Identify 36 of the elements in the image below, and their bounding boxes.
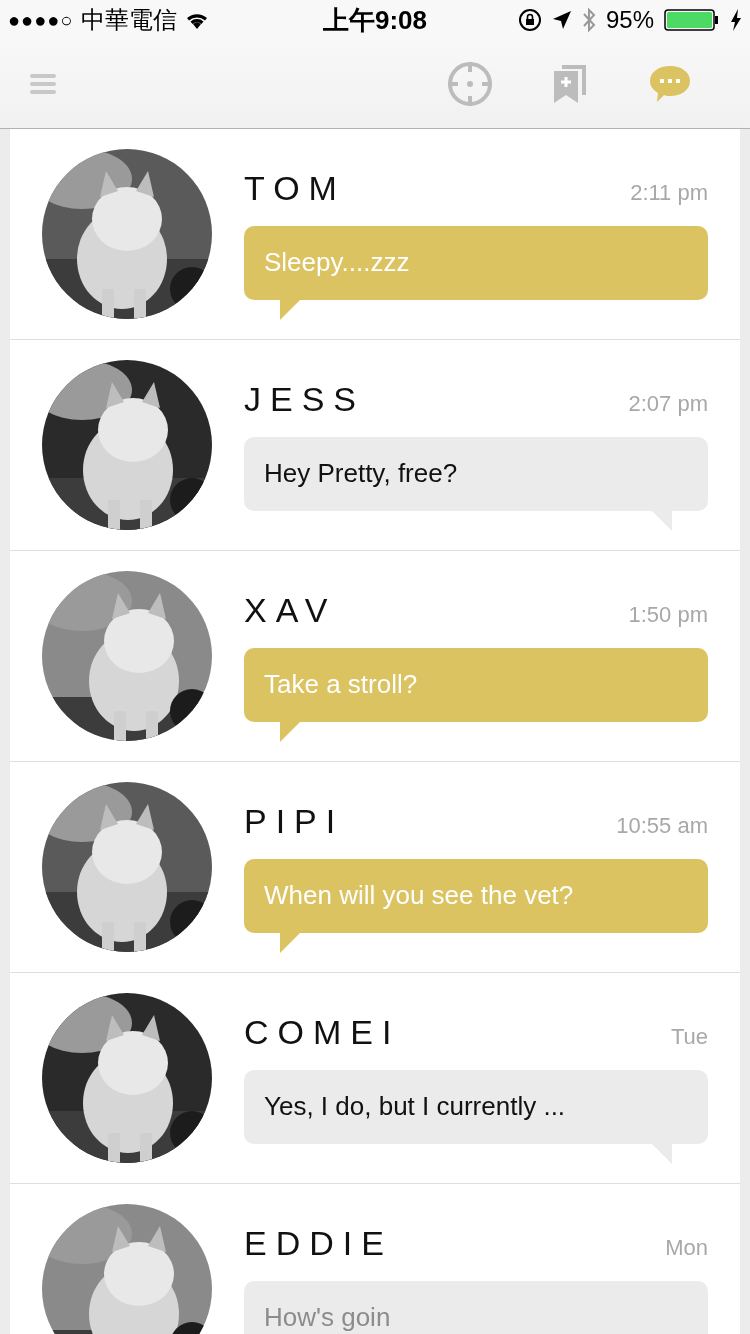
contact-name: PIPI [244,801,345,841]
message-time: 2:11 pm [630,179,708,206]
message-time: Mon [665,1234,708,1261]
contact-name: TOM [244,168,346,208]
contact-name: JESS [244,379,366,419]
message-time: 2:07 pm [628,390,708,417]
message-time: 1:50 pm [628,601,708,628]
contact-name: COMEI [244,1012,401,1052]
message-time: 10:55 am [616,812,708,839]
bubble-tail [280,721,300,742]
contact-name: EDDIE [244,1223,393,1263]
location-arrow-icon [551,10,572,30]
conversation-row[interactable]: PIPI 10:55 am When will you see the vet? [10,762,740,973]
carrier-name: 中華電信 [81,5,178,35]
conversation-row[interactable]: XAV 1:50 pm Take a stroll? [10,551,740,762]
battery-icon [664,9,720,31]
clock: 上午9:08 [323,3,428,37]
menu-icon[interactable] [30,73,56,95]
bookmark-icon [554,65,586,103]
conversation-row[interactable]: TOM 2:11 pm Sleepy....zzz [10,129,740,340]
crosshair-icon [447,61,493,107]
conversation-row[interactable]: JESS 2:07 pm Hey Pretty, free? [10,340,740,551]
chat-icon [649,65,691,103]
conversation-row[interactable]: EDDIE Mon How's goin [10,1184,740,1334]
message-time: Tue [670,1023,708,1050]
contact-name: XAV [244,590,337,630]
bluetooth-icon [581,7,596,33]
message-bubble: How's goin [244,1280,708,1334]
bubble-tail [280,932,300,953]
signal-strength: ●●●●○ [8,8,74,32]
conversation-row[interactable]: COMEI Tue Yes, I do, but I currently ... [10,973,740,1184]
bubble-tail [280,299,300,320]
battery-percentage: 95% [605,6,654,34]
wifi-icon [185,11,210,29]
charging-bolt-icon [730,9,742,31]
rotation-lock-icon [517,8,542,32]
